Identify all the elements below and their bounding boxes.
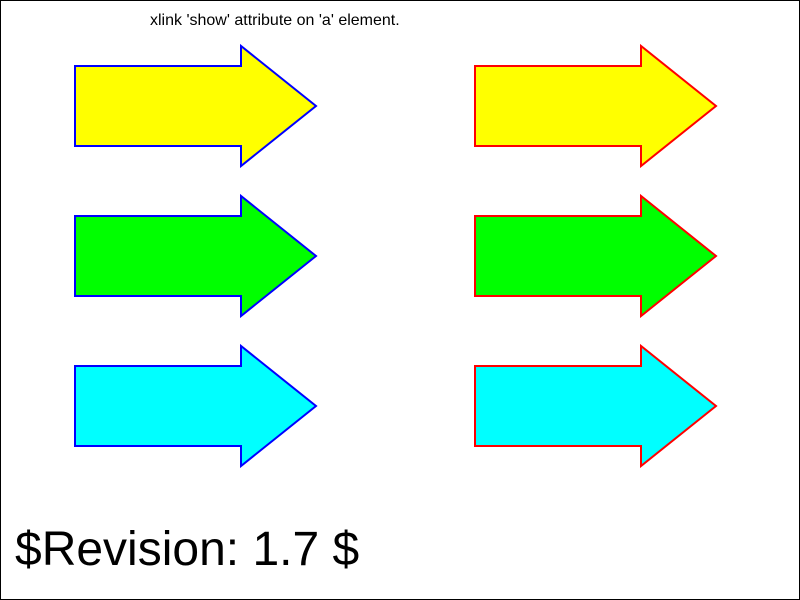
- revision-label: $Revision: 1.7 $: [15, 523, 360, 576]
- cyan-arrow-right[interactable]: [474, 343, 718, 469]
- arrow-link-left-1[interactable]: [74, 43, 318, 169]
- arrows-canvas: [74, 43, 718, 469]
- yellow-arrow-right[interactable]: [474, 43, 718, 169]
- green-arrow-right[interactable]: [474, 193, 718, 319]
- yellow-arrow-left[interactable]: [74, 43, 318, 169]
- arrow-link-right-2[interactable]: [474, 193, 718, 319]
- arrow-link-right-1[interactable]: [474, 43, 718, 169]
- arrow-link-left-2[interactable]: [74, 193, 318, 319]
- cyan-arrow-left[interactable]: [74, 343, 318, 469]
- green-arrow-left[interactable]: [74, 193, 318, 319]
- arrow-link-left-3[interactable]: [74, 343, 318, 469]
- arrow-link-right-3[interactable]: [474, 343, 718, 469]
